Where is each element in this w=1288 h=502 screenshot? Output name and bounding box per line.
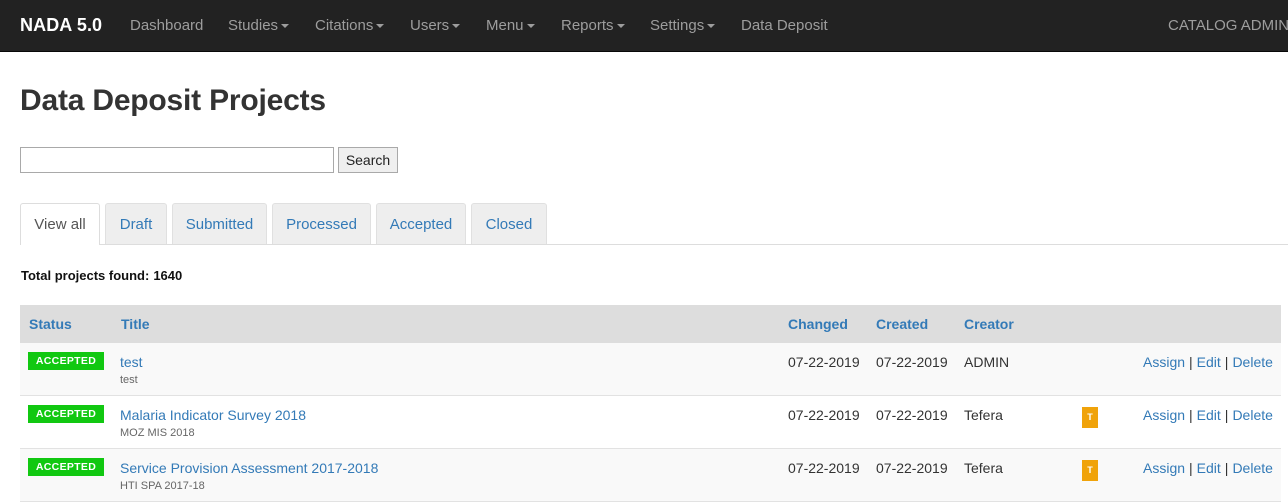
nav-studies-label: Studies <box>228 17 279 34</box>
status-badge: ACCEPTED <box>28 458 104 476</box>
nav-data-deposit-label: Data Deposit <box>741 17 828 34</box>
table-row: ACCEPTED Malaria Indicator Survey 2018 M… <box>20 396 1281 449</box>
tab-submitted[interactable]: Submitted <box>172 203 267 244</box>
project-title-link[interactable]: test <box>120 354 143 370</box>
caret-down-icon <box>452 24 461 29</box>
project-title-link[interactable]: Malaria Indicator Survey 2018 <box>120 407 306 423</box>
nav-dashboard[interactable]: Dashboard <box>130 17 203 34</box>
edit-link[interactable]: Edit <box>1197 407 1221 423</box>
table-row: ACCEPTED Service Provision Assessment 20… <box>20 449 1281 502</box>
nav-menu[interactable]: Menu <box>486 17 535 34</box>
total-label: Total projects found: <box>21 268 150 283</box>
projects-table: Status Title Changed Created Creator ACC… <box>20 305 1281 502</box>
tab-processed[interactable]: Processed <box>272 203 371 244</box>
status-tabs: View all Draft Submitted Processed Accep… <box>20 203 1288 245</box>
user-initial-icon: T <box>1082 460 1098 481</box>
separator: | <box>1189 354 1193 370</box>
creator-name: Tefera <box>964 460 1003 476</box>
nav-citations-label: Citations <box>315 17 374 34</box>
project-idno: HTI SPA 2017-18 <box>120 480 205 492</box>
tab-draft[interactable]: Draft <box>105 203 167 244</box>
separator: | <box>1224 354 1229 370</box>
row-actions: Assign | Edit | Delete <box>1143 460 1273 476</box>
separator: | <box>1189 407 1193 423</box>
created-date: 07-22-2019 <box>876 460 948 476</box>
tab-view-all[interactable]: View all <box>20 203 100 245</box>
nav-users-label: Users <box>410 17 450 34</box>
caret-down-icon <box>526 24 535 29</box>
top-navbar: NADA 5.0 Dashboard Studies Citations Use… <box>0 0 1288 52</box>
assign-link[interactable]: Assign <box>1143 407 1185 423</box>
nav-menu-label: Menu <box>486 17 524 34</box>
caret-down-icon <box>281 24 290 29</box>
header-creator[interactable]: Creator <box>964 316 1014 332</box>
nav-reports-label: Reports <box>561 17 614 34</box>
header-created[interactable]: Created <box>876 316 928 332</box>
changed-date: 07-22-2019 <box>788 460 860 476</box>
separator: | <box>1224 460 1229 476</box>
separator: | <box>1224 407 1229 423</box>
nav-users[interactable]: Users <box>410 17 461 34</box>
brand-link[interactable]: NADA 5.0 <box>20 15 102 36</box>
search-input[interactable] <box>20 147 334 173</box>
assign-link[interactable]: Assign <box>1143 460 1185 476</box>
search-button[interactable]: Search <box>338 147 398 173</box>
status-badge: ACCEPTED <box>28 405 104 423</box>
nav-settings[interactable]: Settings <box>650 17 716 34</box>
nav-settings-label: Settings <box>650 17 705 34</box>
project-title-link[interactable]: Service Provision Assessment 2017-2018 <box>120 460 378 476</box>
caret-down-icon <box>376 24 385 29</box>
status-badge: ACCEPTED <box>28 352 104 370</box>
header-changed[interactable]: Changed <box>788 316 848 332</box>
separator: | <box>1189 460 1193 476</box>
caret-down-icon <box>707 24 716 29</box>
tab-closed[interactable]: Closed <box>471 203 547 244</box>
table-header: Status Title Changed Created Creator <box>20 305 1281 343</box>
nav-citations[interactable]: Citations <box>315 17 385 34</box>
page-title: Data Deposit Projects <box>20 84 326 117</box>
changed-date: 07-22-2019 <box>788 354 860 370</box>
delete-link[interactable]: Delete <box>1232 354 1272 370</box>
catalog-admin-link[interactable]: CATALOG ADMIN <box>1168 17 1288 34</box>
creator-name: Tefera <box>964 407 1003 423</box>
created-date: 07-22-2019 <box>876 354 948 370</box>
nav-dashboard-label: Dashboard <box>130 17 204 34</box>
edit-link[interactable]: Edit <box>1197 460 1221 476</box>
total-count: 1640 <box>153 268 183 283</box>
header-title[interactable]: Title <box>121 316 150 332</box>
nav-data-deposit[interactable]: Data Deposit <box>741 17 828 34</box>
delete-link[interactable]: Delete <box>1232 407 1272 423</box>
nav-studies[interactable]: Studies <box>228 17 290 34</box>
nav-reports[interactable]: Reports <box>561 17 625 34</box>
tab-accepted[interactable]: Accepted <box>376 203 466 244</box>
header-status[interactable]: Status <box>29 316 72 332</box>
total-projects: Total projects found: 1640 <box>21 268 182 283</box>
row-actions: Assign | Edit | Delete <box>1143 407 1273 423</box>
delete-link[interactable]: Delete <box>1232 460 1272 476</box>
caret-down-icon <box>616 24 625 29</box>
assign-link[interactable]: Assign <box>1143 354 1185 370</box>
project-idno: MOZ MIS 2018 <box>120 427 195 439</box>
changed-date: 07-22-2019 <box>788 407 860 423</box>
user-initial-icon: T <box>1082 407 1098 428</box>
row-actions: Assign | Edit | Delete <box>1143 354 1273 370</box>
created-date: 07-22-2019 <box>876 407 948 423</box>
creator-name: ADMIN <box>964 354 1010 370</box>
edit-link[interactable]: Edit <box>1197 354 1221 370</box>
project-idno: test <box>120 374 138 386</box>
table-row: ACCEPTED test test 07-22-2019 07-22-2019… <box>20 343 1281 396</box>
